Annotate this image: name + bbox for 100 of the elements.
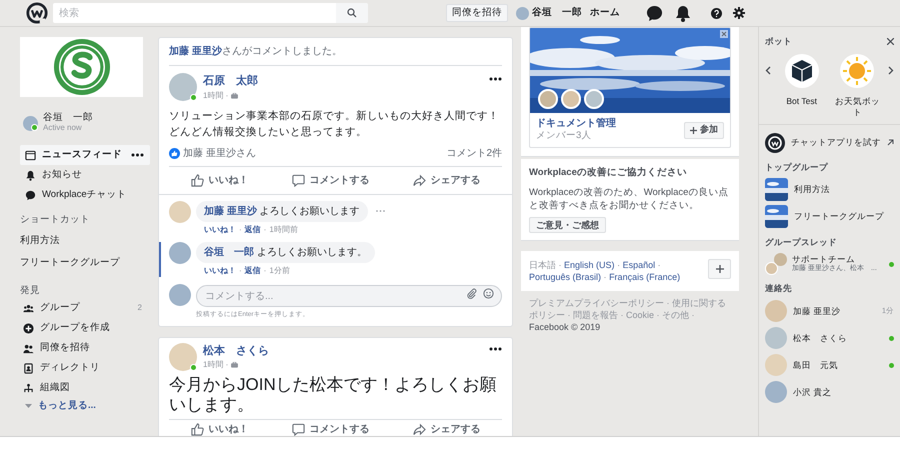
plus-icon xyxy=(690,126,697,134)
chevron-left-icon[interactable] xyxy=(765,66,771,75)
group-icon xyxy=(23,302,34,314)
post-action-button[interactable]: コメントする xyxy=(284,168,378,192)
separator-dot: · xyxy=(617,260,620,270)
comment-reply-link[interactable]: 返信 xyxy=(244,224,261,236)
post-time: 1時間 · xyxy=(203,359,228,372)
add-language-button[interactable] xyxy=(708,259,731,280)
comment-like-link[interactable]: いいね！ xyxy=(204,264,236,276)
close-icon[interactable] xyxy=(887,38,894,45)
sidebar-nav-item[interactable]: Workplaceチャット xyxy=(20,185,150,205)
group-title-link[interactable]: ドキュメント管理 xyxy=(536,118,616,130)
rail-title: 連絡先 xyxy=(765,282,793,295)
language-link[interactable]: Español xyxy=(622,260,656,270)
separator-dot: · xyxy=(604,272,607,282)
share-icon xyxy=(412,423,426,436)
comment-time: 1分前 xyxy=(269,264,290,276)
comment-icon xyxy=(292,423,304,436)
people-icon xyxy=(23,342,34,354)
thumbs-up-icon xyxy=(190,423,204,436)
separator-dot: · xyxy=(239,224,242,236)
post-action-button[interactable]: コメントする xyxy=(284,418,378,436)
shortcut-link[interactable]: 利用方法 xyxy=(20,234,60,248)
shortcut-link[interactable]: フリートークグループ xyxy=(20,256,120,270)
post-body: 今月からJOINした松本です！よろしくお願いします。 xyxy=(168,374,498,416)
more-icon[interactable] xyxy=(489,346,502,351)
rail-title: グループスレッド xyxy=(765,236,838,248)
discover-item[interactable]: 組織図 xyxy=(20,378,150,398)
chat-icon[interactable] xyxy=(646,4,663,22)
chat-bubble-icon xyxy=(25,190,36,200)
see-more-link[interactable]: もっと見る... xyxy=(38,398,96,414)
bell-icon[interactable] xyxy=(675,4,691,22)
comment-reply-link[interactable]: 返信 xyxy=(244,264,261,276)
post-action-button[interactable]: いいね！ xyxy=(182,418,256,436)
separator-dot: · xyxy=(264,224,266,236)
discover-item[interactable]: グループを作成 xyxy=(20,318,150,338)
author-link[interactable]: 石原 太郎 xyxy=(203,73,258,90)
bot-name[interactable]: お天気ボット xyxy=(832,96,882,118)
contact-row[interactable]: 松本 さくら xyxy=(765,327,894,349)
separator-dot: · xyxy=(658,260,661,270)
group-row[interactable]: 利用方法 xyxy=(765,178,894,200)
post-action-button[interactable]: シェアする xyxy=(404,168,488,192)
post-action-button[interactable]: いいね！ xyxy=(182,168,256,192)
author-link[interactable]: 松本 さくら xyxy=(203,342,269,360)
share-icon xyxy=(412,174,426,186)
contact-row[interactable]: 小沢 貴之 xyxy=(765,381,894,403)
avatar xyxy=(765,300,787,322)
try-chat-row[interactable]: チャットアプリを試す xyxy=(765,130,894,155)
workplace-logo[interactable] xyxy=(26,2,48,24)
avatar xyxy=(169,200,191,222)
smiley-icon[interactable] xyxy=(483,288,494,298)
close-icon[interactable] xyxy=(720,30,728,38)
paperclip-icon[interactable] xyxy=(466,288,477,298)
group-row[interactable]: フリートークグループ xyxy=(765,204,894,228)
discover-item[interactable]: ディレクトリ xyxy=(20,358,150,378)
help-icon[interactable] xyxy=(711,8,722,18)
settings-icon[interactable] xyxy=(733,7,745,19)
external-arrow-icon xyxy=(887,139,894,146)
search-field[interactable]: 検索 xyxy=(53,3,336,23)
user-status: Active now xyxy=(43,123,83,133)
survey-text: Workplaceの改善のため、Workplaceの良い点と改善すべき点をお聞かせください。 xyxy=(529,186,730,212)
discover-item[interactable]: グループ 2 xyxy=(20,298,150,318)
search-icon xyxy=(347,8,357,18)
contact-row[interactable]: 島田 元気 xyxy=(765,354,894,376)
section-title: 発見 xyxy=(20,284,41,298)
language-link[interactable]: Français (France) xyxy=(609,272,680,282)
invite-button[interactable]: 同僚を招待 xyxy=(446,4,508,22)
comment-count[interactable]: コメント2件 xyxy=(446,146,502,160)
discover-item[interactable]: 同僚を招待 xyxy=(20,338,150,358)
avatar xyxy=(169,73,197,101)
comment-like-link[interactable]: いいね！ xyxy=(204,224,236,236)
avatar xyxy=(765,381,787,403)
search-button[interactable] xyxy=(336,3,368,23)
more-icon[interactable] xyxy=(131,153,144,157)
avatar xyxy=(774,253,787,266)
rail-title: ボット xyxy=(765,35,792,48)
home-link[interactable]: ホーム xyxy=(590,6,620,20)
post-action-button[interactable]: シェアする xyxy=(404,418,488,436)
plus-circle-icon xyxy=(23,322,34,334)
workplace-chat-icon xyxy=(765,132,785,153)
user-name[interactable]: 谷垣 一郎 xyxy=(43,113,93,123)
profile-link[interactable]: 谷垣 一郎 xyxy=(532,6,582,20)
feedback-button[interactable]: ご意見・ご感想 xyxy=(529,217,606,234)
comment-bubble: 加藤 亜里沙 よろしくお願いします xyxy=(196,200,368,222)
chevron-right-icon[interactable] xyxy=(888,66,894,75)
caret-down-icon xyxy=(25,404,32,408)
comment-time: 1時間前 xyxy=(269,224,298,236)
sidebar-nav-item[interactable]: お知らせ xyxy=(20,165,150,185)
survey-title: Workplaceの改善にご協力ください xyxy=(529,166,688,180)
join-button[interactable]: 参加 xyxy=(684,122,724,138)
newsfeed-icon xyxy=(25,150,36,160)
language-link[interactable]: Português (Brasil) xyxy=(529,272,602,282)
sidebar-nav-item[interactable]: ニュースフィード xyxy=(20,145,150,165)
avatar xyxy=(169,284,191,306)
comment-input[interactable]: コメントする... xyxy=(196,285,502,307)
more-icon[interactable] xyxy=(489,77,502,81)
sun-icon xyxy=(840,54,874,88)
bot-name[interactable]: Bot Test xyxy=(786,96,817,107)
avatar xyxy=(765,262,778,276)
language-link[interactable]: English (US) xyxy=(564,260,615,270)
